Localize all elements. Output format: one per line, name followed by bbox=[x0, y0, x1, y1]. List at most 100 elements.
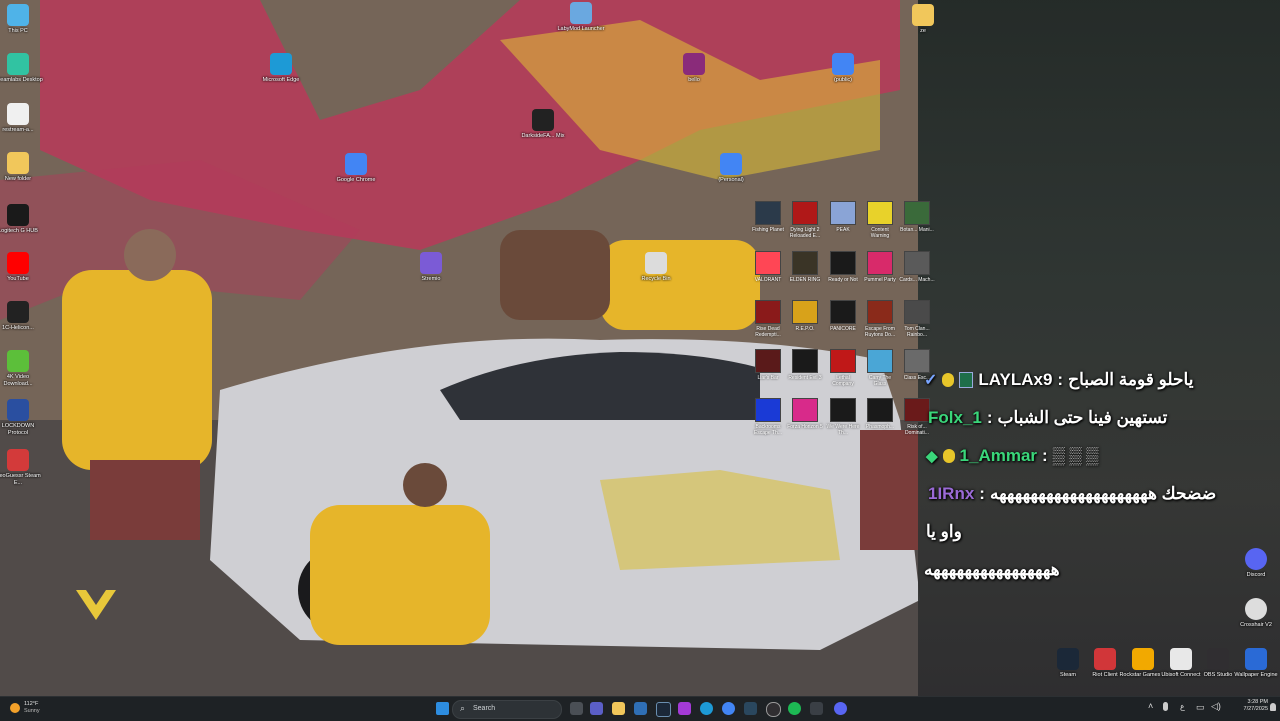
desktop-shortcut[interactable]: GeoGuessr Steam E... bbox=[0, 449, 43, 486]
mic-icon[interactable] bbox=[1163, 702, 1168, 711]
icon-label: Lethal Company bbox=[832, 375, 854, 387]
volume-icon[interactable]: ◁) bbox=[1211, 701, 1221, 712]
desktop-shortcut[interactable]: LOCKDOWN Protocol bbox=[0, 399, 43, 436]
obs-taskbar-icon[interactable] bbox=[766, 702, 781, 717]
app-icon[interactable] bbox=[810, 702, 823, 715]
streamlabs-icon bbox=[7, 53, 29, 75]
game-icon bbox=[755, 251, 781, 275]
icon-label: (Personal) bbox=[718, 177, 744, 183]
icon-label: 4K Video Download... bbox=[3, 374, 33, 387]
desktop-shortcut[interactable]: New folder bbox=[0, 152, 43, 183]
game-shortcut[interactable]: Forza Horizon 5 bbox=[787, 398, 823, 430]
chat-text: ▒ ▒ ▒ bbox=[1052, 446, 1099, 465]
icon-label: DarksideFA... Mix bbox=[521, 133, 565, 139]
game-shortcut[interactable]: PANICORE bbox=[825, 300, 861, 332]
chat-text: ضضحك ههههههههههههههههههههه bbox=[989, 484, 1217, 503]
desktop-shortcut[interactable]: This PC bbox=[0, 4, 43, 35]
desktop-shortcut[interactable]: Wallpaper Engine bbox=[1231, 648, 1280, 679]
game-shortcut[interactable]: Ready or Not bbox=[825, 251, 861, 283]
language-indicator[interactable]: ع bbox=[1180, 702, 1185, 711]
desktop-shortcut[interactable]: YouTube bbox=[0, 252, 43, 283]
weather-temp: 112°F bbox=[24, 701, 39, 707]
file-explorer-icon[interactable] bbox=[612, 702, 625, 715]
chrome-taskbar-icon[interactable] bbox=[722, 702, 735, 715]
game-shortcut[interactable]: Liar's Bar bbox=[750, 349, 786, 381]
chat-username: 1IRnx bbox=[928, 484, 975, 503]
chat-message: واو يا bbox=[924, 518, 1274, 556]
icon-label: Rise Dead Redempti... bbox=[755, 326, 781, 338]
game-shortcut[interactable]: VALORANT bbox=[750, 251, 786, 283]
desktop-shortcut[interactable]: (public) bbox=[818, 53, 868, 84]
game-shortcut[interactable]: Escape From Ruytons Do... bbox=[862, 300, 898, 338]
icon-label: Content Warning bbox=[870, 227, 890, 239]
desktop-shortcut[interactable]: (Personal) bbox=[706, 153, 756, 184]
clock[interactable]: 3:28 PM 7/27/2025 bbox=[1228, 699, 1268, 713]
edge-taskbar-icon[interactable] bbox=[700, 702, 713, 715]
crosshair-icon bbox=[1245, 598, 1267, 620]
game-icon bbox=[755, 201, 781, 225]
app-icon[interactable] bbox=[678, 702, 691, 715]
desktop-shortcut[interactable]: Google Chrome bbox=[331, 153, 381, 184]
desktop-shortcut[interactable]: ze bbox=[898, 4, 948, 35]
game-shortcut[interactable]: ELDEN RING bbox=[787, 251, 823, 283]
desktop-shortcut[interactable]: Streamlabs Desktop bbox=[0, 53, 43, 84]
app-icon[interactable] bbox=[634, 702, 647, 715]
steam-taskbar-icon[interactable] bbox=[656, 702, 671, 717]
icon-label: restream-a... bbox=[2, 127, 34, 133]
spotify-taskbar-icon[interactable] bbox=[788, 702, 801, 715]
desktop-shortcut[interactable]: 4K Video Download... bbox=[0, 350, 43, 387]
desktop-shortcut[interactable]: LabyMod Launcher bbox=[556, 2, 606, 33]
chat-separator: : bbox=[979, 484, 985, 503]
chevron-up-icon[interactable]: ˄ bbox=[1148, 701, 1153, 711]
recycle-bin-icon bbox=[645, 252, 667, 274]
notification-bell-icon[interactable] bbox=[1270, 703, 1276, 711]
chat-message: Folx_1 : تستهين فينا حتى الشباب bbox=[924, 404, 1274, 442]
icon-label: ELDEN RING bbox=[789, 277, 821, 283]
desktop-shortcut[interactable]: Logitech G HUB bbox=[0, 204, 43, 235]
weather-widget[interactable]: 112°F Sunny bbox=[8, 700, 68, 718]
game-shortcut[interactable]: Content Warning bbox=[862, 201, 898, 239]
game-shortcut[interactable]: Phasmoph... bbox=[862, 398, 898, 430]
game-shortcut[interactable]: Cards... Mach... bbox=[899, 251, 935, 283]
game-shortcut[interactable]: Botan... Mani... bbox=[899, 201, 935, 233]
game-shortcut[interactable]: Backrooms Escape Th... bbox=[750, 398, 786, 436]
start-button[interactable] bbox=[436, 702, 449, 715]
desktop-shortcut[interactable]: 1C-Helicon... bbox=[0, 301, 43, 332]
logitech-icon bbox=[7, 204, 29, 226]
game-icon bbox=[755, 300, 781, 324]
game-shortcut[interactable]: R.E.P.O. bbox=[787, 300, 823, 332]
desktop-shortcut[interactable]: Microsoft Edge bbox=[256, 53, 306, 84]
steam-taskbar-icon[interactable] bbox=[744, 702, 757, 715]
game-shortcut[interactable]: Lethal Company bbox=[825, 349, 861, 387]
desktop-shortcut[interactable]: Stremio bbox=[406, 252, 456, 283]
desktop-shortcut[interactable]: restream-a... bbox=[0, 103, 43, 134]
game-shortcut[interactable]: Tom Clan... Rainbo... bbox=[899, 300, 935, 338]
game-shortcut[interactable]: Rise Dead Redempti... bbox=[750, 300, 786, 338]
game-shortcut[interactable]: Dying Light 2 Reloaded E... bbox=[787, 201, 823, 239]
icon-label: This PC bbox=[8, 28, 28, 34]
search-placeholder: Search bbox=[473, 705, 496, 712]
teams-icon[interactable] bbox=[590, 702, 603, 715]
desktop-shortcut[interactable]: DarksideFA... Mix bbox=[518, 109, 568, 140]
icon-label: Ready or Not bbox=[828, 277, 858, 283]
game-shortcut[interactable]: Fishing Planet bbox=[750, 201, 786, 233]
game-shortcut[interactable]: PEAK bbox=[825, 201, 861, 233]
icon-label: Wallpaper Engine bbox=[1234, 672, 1278, 678]
desktop-shortcut[interactable]: bello bbox=[669, 53, 719, 84]
game-shortcut[interactable]: Carry The Glass bbox=[862, 349, 898, 387]
game-shortcut[interactable]: Pummel Party bbox=[862, 251, 898, 283]
obs-icon bbox=[1207, 648, 1229, 670]
search-box[interactable]: ⌕ Search bbox=[452, 700, 562, 719]
desktop-shortcut[interactable]: Recycle Bin bbox=[631, 252, 681, 283]
icon-label: Streamlabs Desktop bbox=[0, 77, 43, 83]
discord-taskbar-icon[interactable] bbox=[834, 702, 847, 715]
desktop-shortcut[interactable]: Crosshair V2 bbox=[1231, 598, 1280, 629]
edge-icon bbox=[270, 53, 292, 75]
icon-label: GeoGuessr Steam E... bbox=[0, 473, 41, 486]
icon-label: Dying Light 2 Reloaded E... bbox=[789, 227, 821, 239]
game-shortcut[interactable]: We Were Here Th... bbox=[825, 398, 861, 436]
network-icon[interactable]: ▭ bbox=[1196, 702, 1205, 713]
game-icon bbox=[755, 398, 781, 422]
game-shortcut[interactable]: Resident Evil 3 bbox=[787, 349, 823, 381]
task-view-icon[interactable] bbox=[570, 702, 583, 715]
